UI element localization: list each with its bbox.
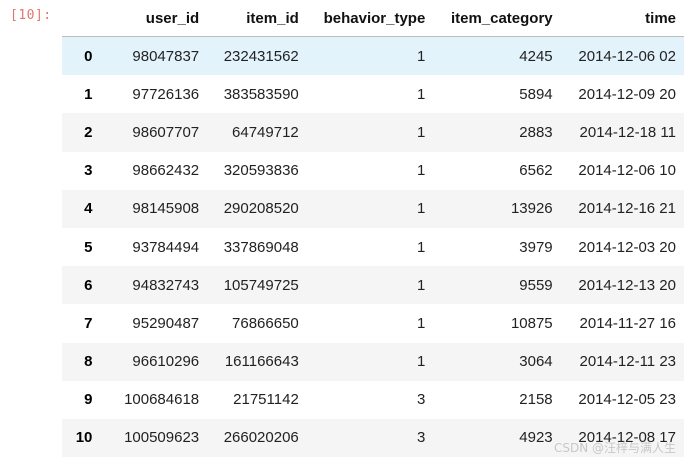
row-index: 9	[84, 391, 93, 409]
dataframe-output: user_id item_id behavior_type item_categ…	[62, 0, 684, 460]
cell-user-id: 100509623	[124, 429, 200, 447]
index-column-header	[62, 0, 105, 37]
cell-time: 2014-12-11 23	[579, 353, 676, 371]
row-index: 0	[84, 47, 93, 65]
item-category-column-header: item_category	[433, 0, 561, 37]
table-header: user_id item_id behavior_type item_categ…	[62, 0, 684, 37]
cell-item-id: 64749712	[232, 123, 299, 141]
cell-behavior-type: 1	[416, 85, 426, 103]
cell-item-id: 232431562	[223, 47, 299, 65]
behavior-type-column-header: behavior_type	[306, 0, 434, 37]
cell-user-id: 95290487	[132, 314, 200, 332]
cell-item-category: 4245	[519, 47, 553, 65]
cell-item-id: 320593836	[223, 162, 299, 180]
cell-user-id: 98047837	[132, 47, 200, 65]
cell-user-id: 93784494	[132, 238, 200, 256]
cell-time: 2014-12-03 20	[578, 238, 676, 256]
cell-item-id: 337869048	[223, 238, 299, 256]
cell-behavior-type: 1	[416, 238, 426, 256]
row-index: 8	[84, 353, 93, 371]
cell-behavior-type: 1	[416, 162, 426, 180]
table-row[interactable]: 7 95290487 76866650 1 10875 2014-11-27 16	[62, 304, 684, 343]
cell-time: 2014-12-06 10	[578, 162, 676, 180]
cell-item-id: 383583590	[223, 85, 299, 103]
cell-behavior-type: 3	[416, 429, 426, 447]
row-index: 5	[84, 238, 93, 256]
cell-user-id: 96610296	[132, 353, 200, 371]
cell-time: 2014-12-06 02	[578, 47, 676, 65]
cell-user-id: 97726136	[132, 85, 200, 103]
cell-item-category: 2158	[519, 391, 553, 409]
row-index: 3	[84, 162, 93, 180]
cell-item-id: 266020206	[223, 429, 299, 447]
row-index: 6	[84, 276, 93, 294]
cell-time: 2014-11-27 16	[579, 314, 676, 332]
cell-item-category: 2883	[519, 123, 553, 141]
cell-item-id: 290208520	[223, 200, 299, 218]
cell-item-category: 4923	[519, 429, 553, 447]
table-row[interactable]: 9 100684618 21751142 3 2158 2014-12-05 23	[62, 380, 684, 419]
cell-item-id: 105749725	[223, 276, 299, 294]
cell-user-id: 100684618	[124, 391, 200, 409]
row-index: 10	[75, 429, 93, 447]
table-row[interactable]: 8 96610296 161166643 1 3064 2014-12-11 23	[62, 342, 684, 381]
cell-user-id: 98662432	[132, 162, 200, 180]
row-index: 2	[84, 123, 93, 141]
dataframe-table: user_id item_id behavior_type item_categ…	[62, 0, 684, 458]
cell-behavior-type: 3	[416, 391, 426, 409]
cell-item-id: 21751142	[233, 391, 299, 409]
cell-behavior-type: 1	[416, 314, 426, 332]
cell-time: 2014-12-18 11	[579, 123, 676, 141]
time-column-header: time	[560, 0, 684, 37]
cell-item-category: 9559	[519, 276, 553, 294]
cell-item-category: 6562	[519, 162, 553, 180]
item-id-column-header: item_id	[207, 0, 307, 37]
cell-time: 2014-12-13 20	[578, 276, 676, 294]
cell-item-category: 10875	[510, 314, 553, 332]
table-row[interactable]: 3 98662432 320593836 1 6562 2014-12-06 10	[62, 151, 684, 190]
cell-behavior-type: 1	[416, 47, 426, 65]
table-row[interactable]: 2 98607707 64749712 1 2883 2014-12-18 11	[62, 113, 684, 152]
table-row[interactable]: 6 94832743 105749725 1 9559 2014-12-13 20	[62, 266, 684, 305]
cell-item-category: 3979	[519, 238, 553, 256]
table-body: 0 98047837 232431562 1 4245 2014-12-06 02 1 977…	[62, 36, 684, 458]
cell-user-id: 98145908	[132, 200, 200, 218]
cell-user-id: 98607707	[132, 123, 200, 141]
header-row: user_id item_id behavior_type item_categ…	[62, 0, 684, 37]
cell-item-id: 76866650	[232, 314, 299, 332]
cell-user-id: 94832743	[132, 276, 200, 294]
cell-item-category: 13926	[510, 200, 553, 218]
row-index: 1	[84, 85, 93, 103]
cell-time: 2014-12-16 21	[578, 200, 676, 218]
row-index: 4	[84, 200, 93, 218]
cell-behavior-type: 1	[416, 200, 426, 218]
watermark-text: CSDN @汪梓与满人生	[553, 441, 676, 455]
cell-item-category: 5894	[519, 85, 553, 103]
cell-item-category: 3064	[519, 353, 553, 371]
cell-behavior-type: 1	[416, 353, 426, 371]
cell-behavior-type: 1	[416, 276, 426, 294]
cell-time: 2014-12-09 20	[578, 85, 676, 103]
table-row[interactable]: 1 97726136 383583590 1 5894 2014-12-09 20	[62, 75, 684, 114]
cell-execution-count: [10]:	[10, 8, 52, 23]
user-id-column-header: user_id	[104, 0, 208, 37]
cell-time: 2014-12-05 23	[578, 391, 676, 409]
table-row[interactable]: 5 93784494 337869048 1 3979 2014-12-03 20	[62, 227, 684, 267]
row-index: 7	[84, 314, 93, 332]
cell-item-id: 161166643	[224, 353, 299, 371]
table-row[interactable]: 0 98047837 232431562 1 4245 2014-12-06 02	[62, 36, 684, 76]
table-row[interactable]: 4 98145908 290208520 1 13926 2014-12-16 21	[62, 189, 684, 228]
cell-behavior-type: 1	[416, 123, 426, 141]
